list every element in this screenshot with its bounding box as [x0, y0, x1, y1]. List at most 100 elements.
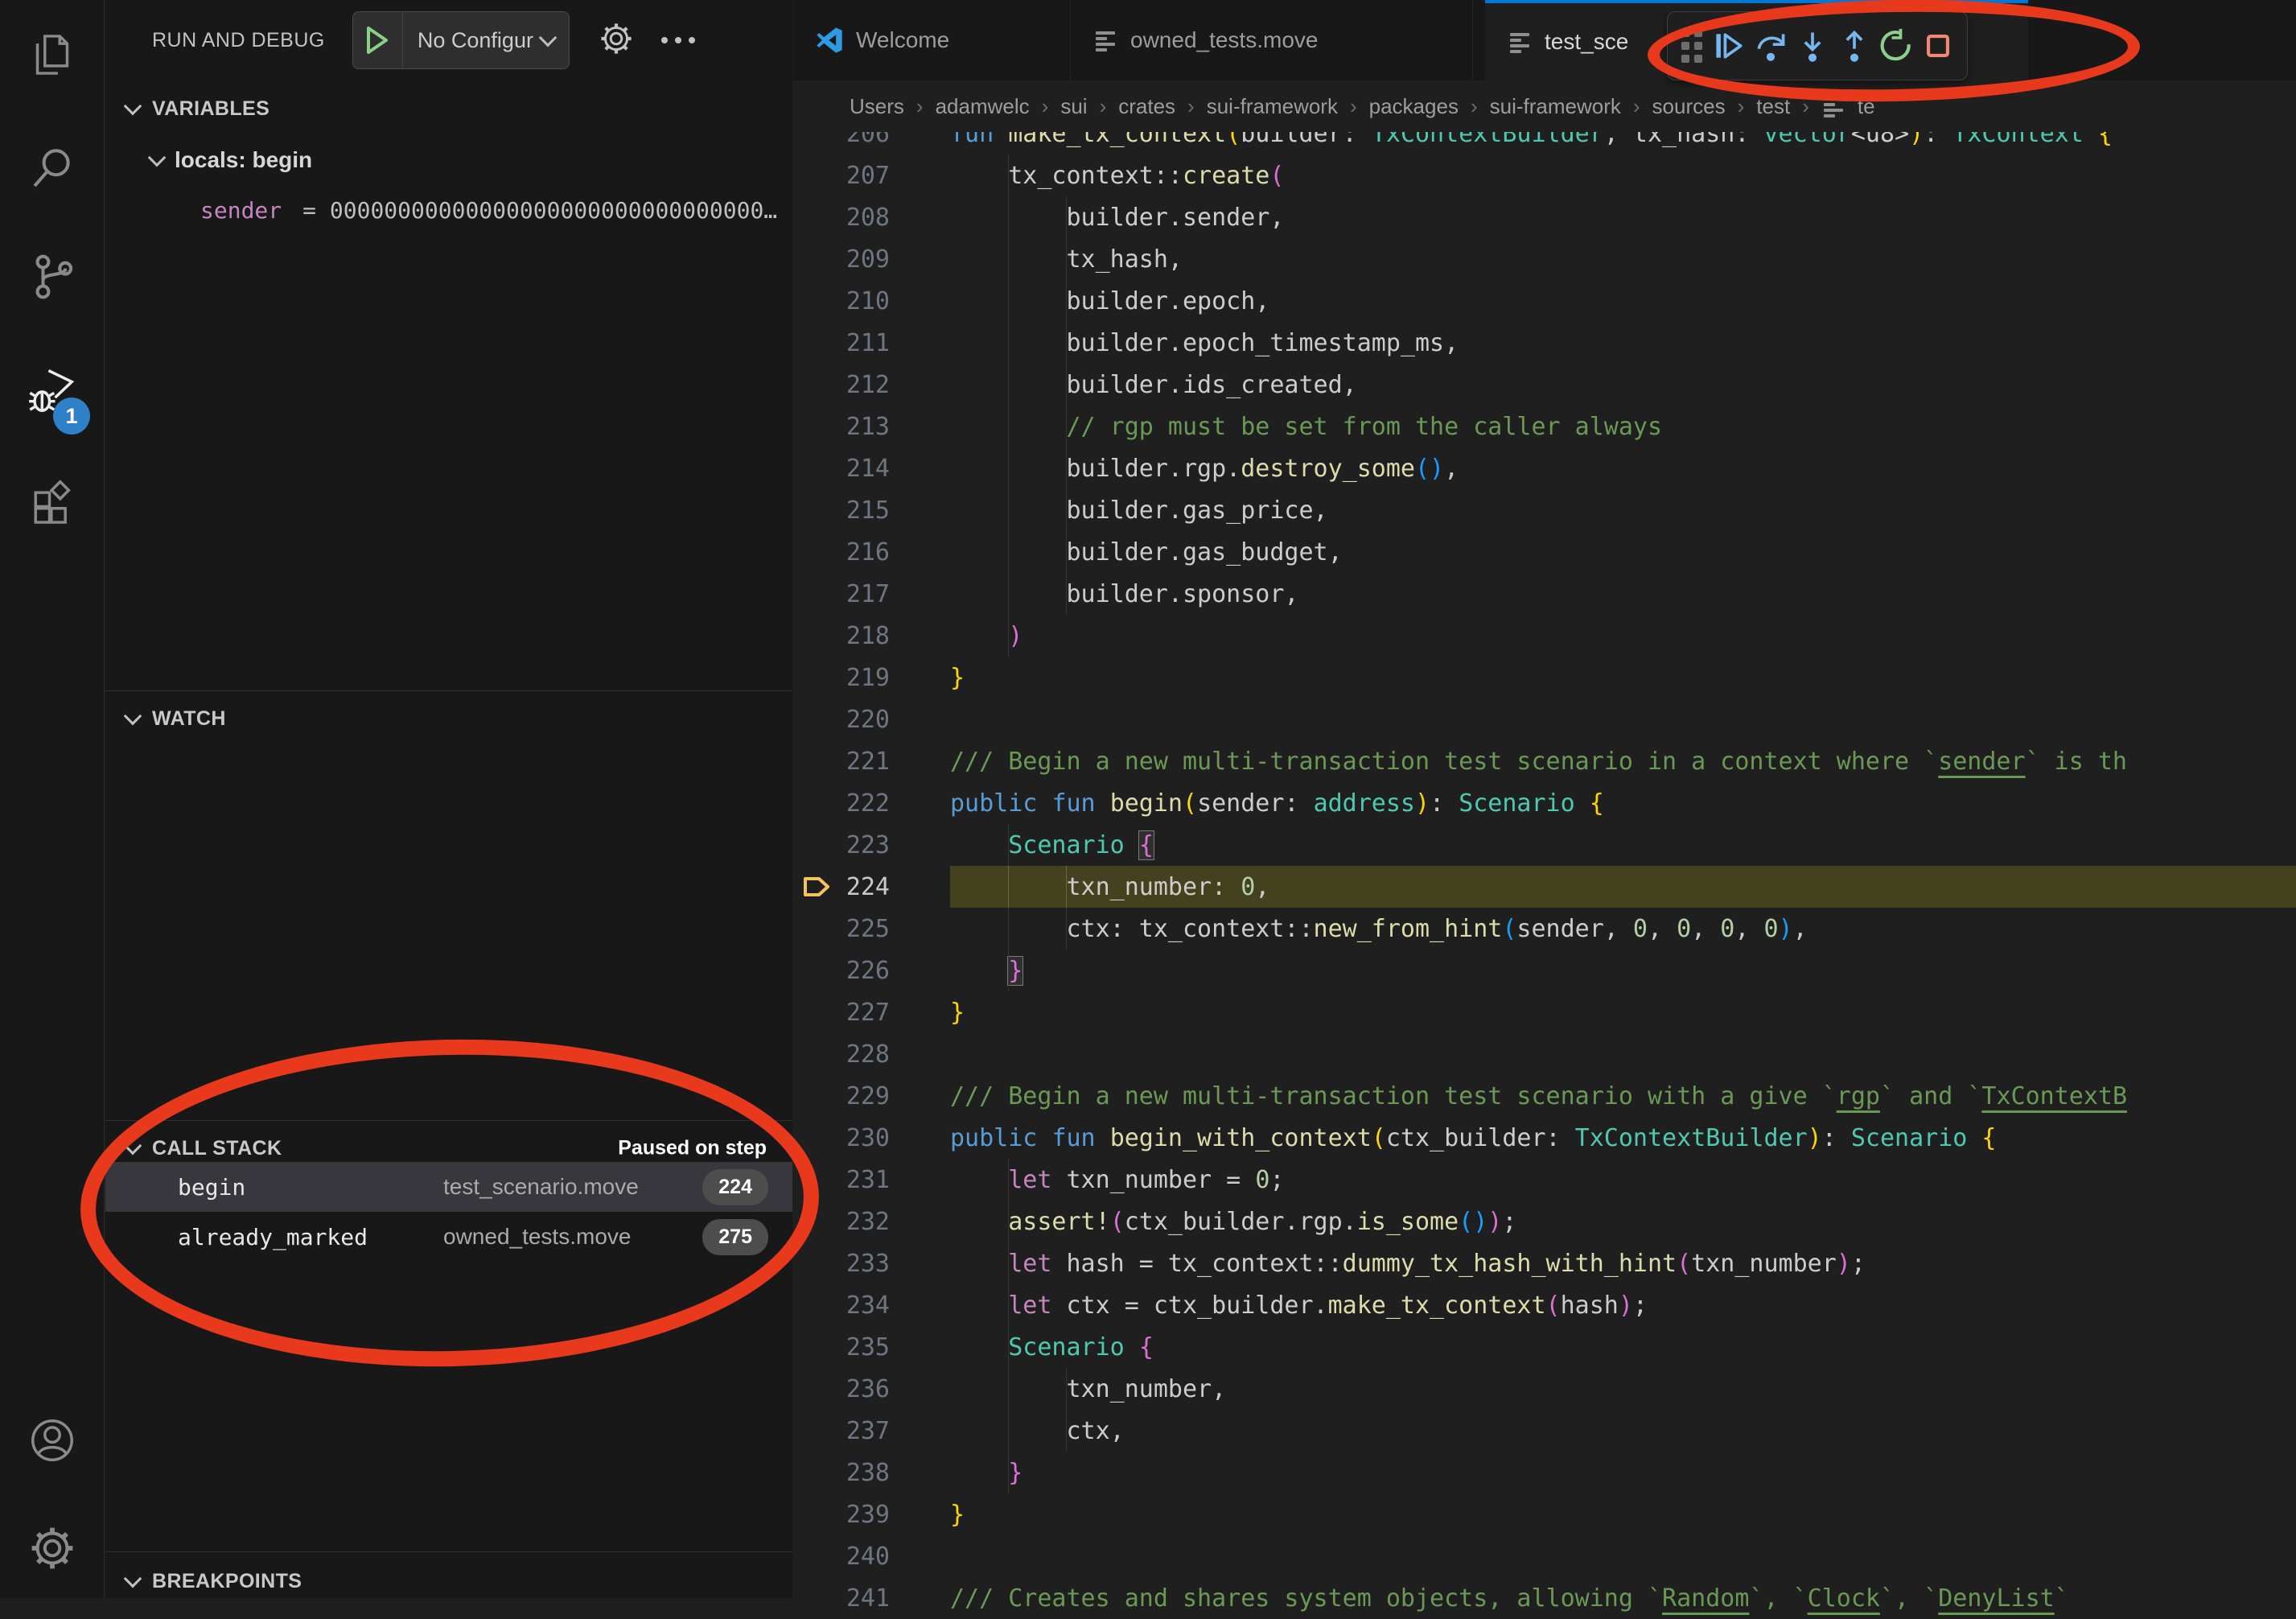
line-text[interactable]: } [950, 657, 2296, 698]
line-text[interactable]: /// Creates and shares system objects, a… [950, 1577, 2296, 1619]
line-gutter[interactable]: 238 [793, 1452, 950, 1493]
line-text[interactable]: builder.ids_created, [950, 364, 2296, 406]
call-stack-frame-begin[interactable]: begintest_scenario.move224 [105, 1162, 792, 1212]
line-text[interactable]: } [950, 950, 2296, 991]
line-text[interactable]: ctx: tx_context::new_from_hint(sender, 0… [950, 908, 2296, 950]
line-text[interactable]: // rgp must be set from the caller alway… [950, 406, 2296, 447]
line-text[interactable]: tx_context::create( [950, 154, 2296, 196]
line-gutter[interactable]: 236 [793, 1368, 950, 1410]
line-text[interactable]: builder.gas_price, [950, 489, 2296, 531]
line-text[interactable]: let txn_number = 0; [950, 1159, 2296, 1201]
line-gutter[interactable]: 233 [793, 1242, 950, 1284]
line-text[interactable]: ctx, [950, 1410, 2296, 1452]
tab-welcome[interactable]: Welcome [793, 0, 1071, 80]
line-gutter[interactable]: 216 [793, 531, 950, 573]
line-text[interactable]: let hash = tx_context::dummy_tx_hash_wit… [950, 1242, 2296, 1284]
line-text[interactable] [950, 698, 2296, 740]
step-into-button[interactable] [1792, 18, 1833, 74]
source-control-tab[interactable] [0, 230, 105, 327]
line-text[interactable]: /// Begin a new multi-transaction test s… [950, 740, 2296, 782]
line-gutter[interactable]: 220 [793, 698, 950, 740]
settings-button[interactable] [0, 1502, 105, 1598]
line-gutter[interactable]: 235 [793, 1326, 950, 1368]
breadcrumb-item[interactable]: sources [1652, 94, 1726, 119]
extensions-tab[interactable] [0, 457, 105, 554]
line-gutter[interactable]: 222 [793, 782, 950, 824]
step-out-button[interactable] [1833, 18, 1875, 74]
line-gutter[interactable]: 224 [793, 866, 950, 908]
line-text[interactable]: Scenario { [950, 1326, 2296, 1368]
line-gutter[interactable]: 229 [793, 1075, 950, 1117]
line-text[interactable]: } [950, 1452, 2296, 1493]
line-gutter[interactable]: 218 [793, 615, 950, 657]
line-gutter[interactable]: 230 [793, 1117, 950, 1159]
line-text[interactable]: Scenario { [950, 824, 2296, 866]
breadcrumb-item[interactable]: sui-framework [1490, 94, 1621, 119]
config-dropdown[interactable]: No Configur [403, 28, 569, 53]
line-text[interactable]: assert!(ctx_builder.rgp.is_some()); [950, 1201, 2296, 1242]
breadcrumb-item[interactable]: crates [1118, 94, 1175, 119]
start-debug-button[interactable] [353, 12, 403, 68]
search-tab[interactable] [0, 121, 105, 217]
line-gutter[interactable]: 228 [793, 1033, 950, 1075]
tab-owned-tests-move[interactable]: owned_tests.move [1071, 0, 1473, 80]
explorer-tab[interactable] [0, 8, 105, 105]
line-text[interactable]: } [950, 991, 2296, 1033]
line-text[interactable]: public fun begin_with_context(ctx_builde… [950, 1117, 2296, 1159]
line-text[interactable]: builder.gas_budget, [950, 531, 2296, 573]
line-gutter[interactable]: 217 [793, 573, 950, 615]
line-text[interactable]: builder.epoch, [950, 280, 2296, 322]
variable-sender-row[interactable]: sender = 0000000000000000000000000000000… [105, 185, 792, 235]
restart-button[interactable] [1875, 18, 1917, 74]
line-text[interactable]: builder.sponsor, [950, 573, 2296, 615]
line-gutter[interactable]: 231 [793, 1159, 950, 1201]
breakpoints-section-header[interactable]: BREAKPOINTS [105, 1556, 792, 1606]
breadcrumb-item[interactable]: test [1756, 94, 1790, 119]
line-gutter[interactable]: 234 [793, 1284, 950, 1326]
line-text[interactable] [950, 1033, 2296, 1075]
line-gutter[interactable]: 221 [793, 740, 950, 782]
line-text[interactable] [950, 1535, 2296, 1577]
line-gutter[interactable]: 227 [793, 991, 950, 1033]
debug-settings-button[interactable] [599, 21, 634, 60]
line-gutter[interactable]: 237 [793, 1410, 950, 1452]
continue-button[interactable] [1708, 18, 1750, 74]
line-text[interactable]: txn_number: 0, [950, 866, 2296, 908]
line-text[interactable]: builder.sender, [950, 196, 2296, 238]
toolbar-drag-handle-icon[interactable] [1676, 24, 1708, 68]
line-gutter[interactable]: 226 [793, 950, 950, 991]
line-text[interactable]: let ctx = ctx_builder.make_tx_context(ha… [950, 1284, 2296, 1326]
breadcrumb-item[interactable]: Users [850, 94, 904, 119]
line-text[interactable]: builder.epoch_timestamp_ms, [950, 322, 2296, 364]
line-gutter[interactable]: 219 [793, 657, 950, 698]
line-gutter[interactable]: 210 [793, 280, 950, 322]
line-gutter[interactable]: 241 [793, 1577, 950, 1619]
line-gutter[interactable]: 223 [793, 824, 950, 866]
more-actions-button[interactable] [661, 37, 695, 43]
line-text[interactable]: builder.rgp.destroy_some(), [950, 447, 2296, 489]
call-stack-frame-already_marked[interactable]: already_markedowned_tests.move275 [105, 1212, 792, 1262]
line-text[interactable]: } [950, 1493, 2296, 1535]
variables-section-header[interactable]: VARIABLES [105, 84, 792, 134]
stop-button[interactable] [1917, 18, 1959, 74]
line-gutter[interactable]: 211 [793, 322, 950, 364]
line-text[interactable]: public fun begin(sender: address): Scena… [950, 782, 2296, 824]
watch-section-header[interactable]: WATCH [105, 694, 792, 744]
line-text[interactable]: tx_hash, [950, 238, 2296, 280]
account-button[interactable] [0, 1394, 105, 1490]
line-gutter[interactable]: 209 [793, 238, 950, 280]
breadcrumb-item[interactable]: sui-framework [1207, 94, 1338, 119]
line-gutter[interactable]: 215 [793, 489, 950, 531]
line-gutter[interactable]: 207 [793, 154, 950, 196]
breadcrumb-item[interactable]: sui [1060, 94, 1087, 119]
scope-locals-row[interactable]: locals: begin [105, 135, 792, 185]
current-line-marker-icon[interactable] [793, 876, 837, 897]
line-gutter[interactable]: 213 [793, 406, 950, 447]
line-gutter[interactable]: 214 [793, 447, 950, 489]
breadcrumb-item[interactable]: adamwelc [936, 94, 1030, 119]
breadcrumb-file[interactable]: te [1858, 94, 1875, 119]
line-gutter[interactable]: 225 [793, 908, 950, 950]
line-gutter[interactable]: 232 [793, 1201, 950, 1242]
line-gutter[interactable]: 212 [793, 364, 950, 406]
line-text[interactable]: txn_number, [950, 1368, 2296, 1410]
